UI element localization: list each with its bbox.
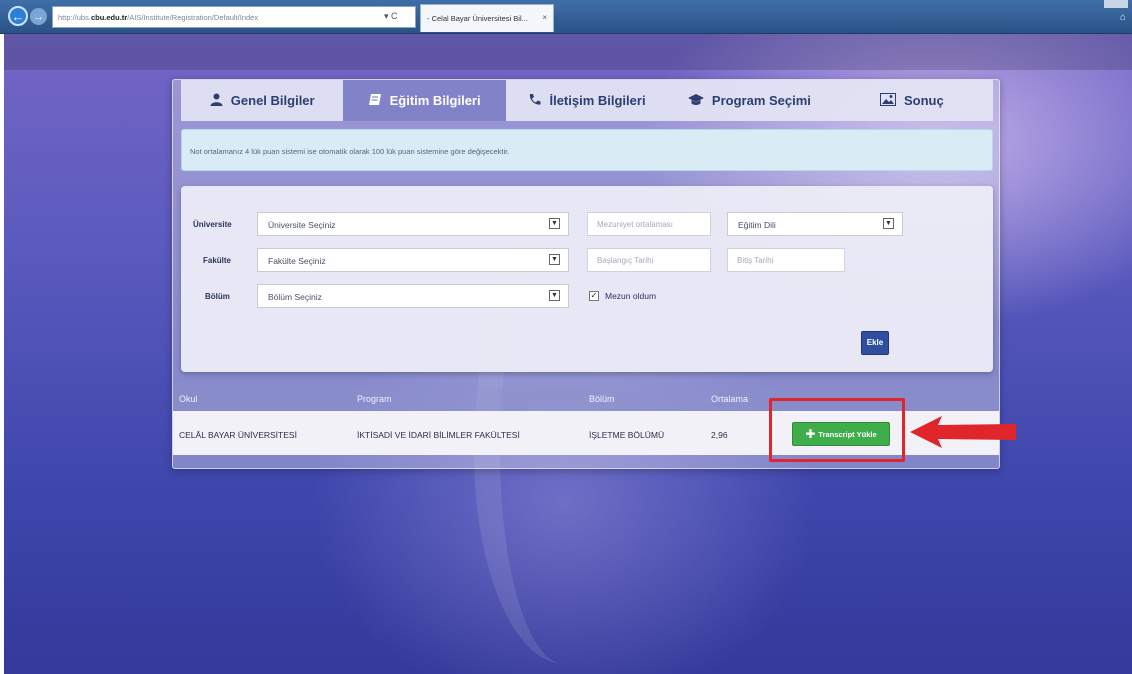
bolum-select-value: Bölüm Seçiniz [268,292,322,302]
universite-label: Üniversite [193,220,232,229]
red-arrow-icon [910,416,1016,448]
mezuniyet-ortalamasi-input[interactable]: Mezuniyet ortalaması [587,212,711,236]
column-header-bolum: Bölüm [589,394,615,404]
url-path: /AIS/Institute/Registration/Default/Inde… [127,13,259,22]
universite-select-value: Üniversite Seçiniz [268,220,336,230]
tab-genel-bilgiler[interactable]: Genel Bilgiler [181,80,344,121]
chevron-down-icon: ▼ [549,254,560,265]
fakulte-select-value: Fakülte Seçiniz [268,256,326,266]
baslangic-tarihi-input[interactable]: Başlangıç Tarihi [587,248,711,272]
universite-select[interactable]: Üniversite Seçiniz ▼ [257,212,569,236]
tab-label: Program Seçimi [711,93,811,108]
header-band [4,34,1132,70]
refresh-button[interactable]: ▾ C [380,6,416,28]
user-icon [210,93,223,109]
mezun-oldum-checkbox[interactable]: ✓ [589,291,599,301]
egitim-dili-select[interactable]: Eğitim Dili ▼ [727,212,903,236]
url-domain: cbu.edu.tr [90,13,128,22]
tab-sonuc[interactable]: Sonuç [830,80,994,121]
browser-tab[interactable]: - Celal Bayar Üniversitesi Bil... × [420,4,554,32]
info-notice: Not ortalamanız 4 lük puan sistemi ise o… [181,129,993,171]
cell-okul: CELÂL BAYAR ÜNİVERSİTESİ [179,430,297,440]
education-form: Üniversite Üniversite Seçiniz ▼ Fakülte … [181,186,993,372]
fakulte-select[interactable]: Fakülte Seçiniz ▼ [257,248,569,272]
chevron-down-icon: ▼ [549,290,560,301]
tab-label: İletişim Bilgileri [549,93,646,108]
book-icon [368,93,382,109]
egitim-dili-select-value: Eğitim Dili [738,220,776,230]
bolum-select[interactable]: Bölüm Seçiniz ▼ [257,284,569,308]
url-prefix: http://ubs. [58,13,91,22]
chevron-down-icon: ▼ [549,218,560,229]
page-background: Genel Bilgiler Eğitim Bilgileri İletişim… [4,34,1132,674]
column-header-program: Program [357,394,392,404]
cell-bolum: İŞLETME BÖLÜMÜ [589,430,665,440]
browser-toolbar: ← → http://ubs.cbu.edu.tr/AIS/Institute/… [0,0,1132,34]
tab-label: Genel Bilgiler [230,93,315,108]
tab-egitim-bilgileri[interactable]: Eğitim Bilgileri [343,80,506,121]
fakulte-label: Fakülte [203,256,232,265]
window-controls[interactable] [1104,0,1128,8]
image-icon [879,92,896,109]
chevron-down-icon: ▼ [883,218,894,229]
cell-program: İKTİSADİ VE İDARİ BİLİMLER FAKÜLTESİ [357,430,520,440]
tab-close-icon[interactable]: × [542,13,547,22]
column-header-ortalama: Ortalama [711,394,749,404]
tab-label: Eğitim Bilgileri [389,93,481,108]
graduation-cap-icon [687,93,704,109]
cell-ortalama: 2,96 [711,430,728,440]
home-icon[interactable]: ⌂ [1120,12,1126,23]
highlight-box [769,398,905,462]
back-button[interactable]: ← [8,6,28,26]
tab-iletisim-bilgileri[interactable]: İletişim Bilgileri [505,80,669,121]
address-bar[interactable]: http://ubs.cbu.edu.tr/AIS/Institute/Regi… [52,6,416,28]
browser-tab-title: - Celal Bayar Üniversitesi Bil... [427,14,528,23]
column-header-okul: Okul [179,394,198,404]
wizard-tabs: Genel Bilgiler Eğitim Bilgileri İletişim… [181,80,994,121]
bolum-label: Bölüm [205,292,230,301]
bitis-tarihi-input[interactable]: Bitiş Tarihi [727,248,845,272]
phone-icon [528,93,541,109]
tab-program-secimi[interactable]: Program Seçimi [668,80,831,121]
mezun-oldum-label: Mezun oldum [605,291,657,301]
ekle-button[interactable]: Ekle [861,331,889,355]
forward-button[interactable]: → [30,8,47,25]
tab-label: Sonuç [903,93,944,108]
